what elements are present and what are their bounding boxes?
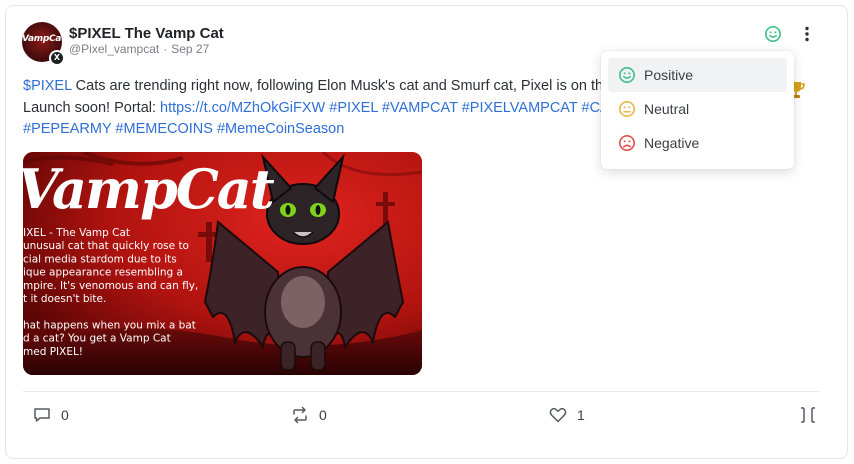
post-text-line: $PIXEL Cats are trending right now, foll… [23, 76, 613, 98]
comment-count: 0 [61, 407, 69, 423]
image-caption-line: t it doesn't bite. [23, 293, 106, 305]
repost-count: 0 [319, 407, 327, 423]
image-caption-line: hat happens when you mix a bat [23, 319, 196, 331]
image-caption-line: d a cat? You get a Vamp Cat [23, 333, 171, 345]
image-caption-line: IXEL - The Vamp Cat [23, 227, 130, 239]
hashtag-link[interactable]: #VAMPCAT [382, 100, 458, 116]
sentiment-option-label: Negative [644, 135, 700, 151]
x-logo-icon: X [49, 50, 65, 66]
repost-button[interactable]: 0 [290, 405, 327, 425]
sentiment-option-positive[interactable]: Positive [608, 58, 787, 92]
sentiment-dropdown: Positive Neutral Negative [601, 51, 794, 169]
meta-separator: · [163, 42, 168, 56]
image-caption-line: unusual cat that quickly rose to [23, 240, 189, 252]
sentiment-option-negative[interactable]: Negative [608, 126, 787, 160]
post-text-segment: Launch soon! Portal: [23, 99, 161, 116]
sentiment-option-label: Positive [644, 67, 694, 83]
post-date[interactable]: Sep 27 [171, 42, 209, 56]
like-count: 1 [577, 407, 585, 423]
frown-icon [619, 135, 635, 151]
vampcat-artwork: VampCat IXEL - The Vamp Catunusual cat t… [23, 152, 422, 375]
hashtag-link[interactable]: #MemeCoinSeason [217, 121, 344, 137]
like-button[interactable]: 1 [548, 405, 585, 425]
image-title: VampCat [23, 157, 275, 221]
image-caption-line: cial media stardom due to its [23, 253, 177, 265]
hashtag-link[interactable]: #MEMECOINS [115, 121, 213, 137]
post-text-line: Launch soon! Portal: https://t.co/MZhOkG… [23, 98, 613, 120]
author-meta: @Pixel_vampcat · Sep 27 [69, 42, 209, 56]
repost-icon [293, 406, 307, 424]
image-caption-line: mpire. It's venomous and can fly, [23, 280, 198, 292]
sentiment-option-label: Neutral [644, 101, 690, 117]
avatar-logo-text: VampCat [22, 34, 62, 44]
author-handle[interactable]: @Pixel_vampcat [69, 42, 159, 56]
heart-icon [549, 407, 567, 423]
post-text-line: #PEPEARMY #MEMECOINS #MemeCoinSeason [23, 119, 613, 141]
expand-button[interactable] [798, 405, 818, 425]
image-caption-line: ique appearance resembling a [23, 267, 183, 279]
post-image[interactable]: VampCat IXEL - The Vamp Cat unusual cat t… [23, 152, 422, 375]
hashtag-link[interactable]: #PEPEARMY [23, 121, 111, 137]
post-text: $PIXEL Cats are trending right now, foll… [23, 76, 613, 141]
post-text-segment: Cats are trending right now, following E… [71, 78, 612, 94]
actions-divider [23, 391, 819, 392]
comment-button[interactable]: 0 [32, 405, 69, 425]
comment-icon [34, 408, 50, 422]
expand-icon [801, 407, 815, 423]
author-name[interactable]: $PIXEL The Vamp Cat [69, 25, 224, 42]
hashtag-link[interactable]: #PIXELVAMPCAT [462, 100, 578, 116]
cashtag-link[interactable]: $PIXEL [23, 78, 72, 94]
hashtag-link[interactable]: #PIXEL [329, 100, 378, 116]
sentiment-smile-icon[interactable] [764, 25, 782, 43]
more-vertical-icon[interactable] [800, 24, 814, 44]
neutral-face-icon [619, 101, 635, 117]
sentiment-option-neutral[interactable]: Neutral [608, 92, 787, 126]
image-caption-line: med PIXEL! [23, 346, 83, 358]
url-link[interactable]: https://t.co/MZhOkGiFXW [160, 100, 325, 116]
smile-icon [619, 67, 635, 83]
